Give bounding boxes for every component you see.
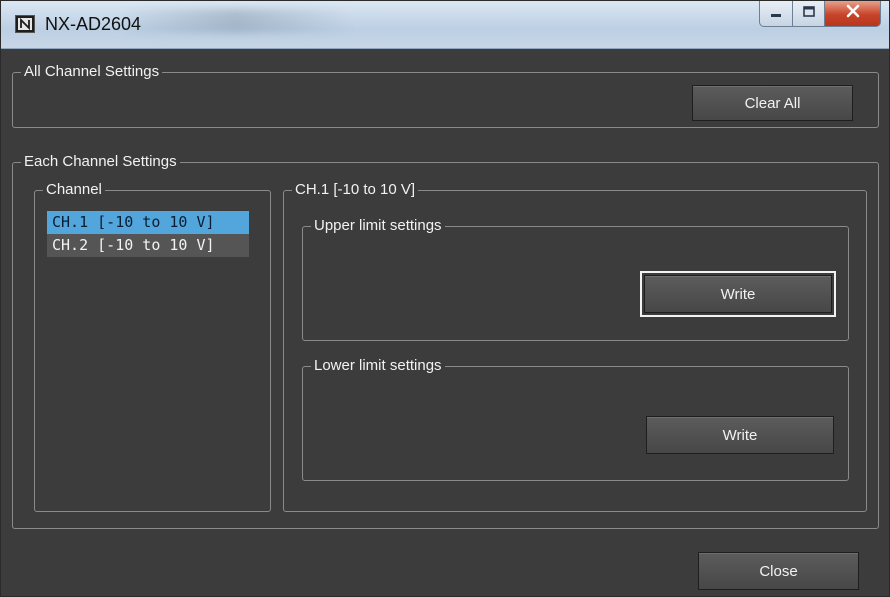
dialog-window: NX-AD2604 All Channel Settings Clear All… [0,0,890,597]
window-title: NX-AD2604 [45,14,142,34]
close-icon [845,4,861,23]
all-channel-settings-legend: All Channel Settings [21,62,163,82]
title-bar[interactable]: NX-AD2604 [1,1,889,49]
window-controls [759,1,881,29]
lower-write-button[interactable]: Write [646,416,834,454]
all-channel-settings-group: All Channel Settings Clear All [12,62,879,128]
app-icon [15,15,35,33]
channel-detail-group: CH.1 [-10 to 10 V] Upper limit settings … [283,180,867,512]
clear-all-button[interactable]: Clear All [692,85,853,121]
channel-list-item-ch1[interactable]: CH.1 [-10 to 10 V] [47,211,249,234]
close-button[interactable]: Close [698,552,859,590]
upper-limit-group: Upper limit settings Write [302,216,849,341]
minimize-icon [769,5,783,23]
minimize-button[interactable] [759,1,793,27]
lower-limit-group: Lower limit settings Write [302,356,849,481]
maximize-icon [802,5,816,23]
channel-legend: Channel [43,180,105,200]
channel-list-item-ch2[interactable]: CH.2 [-10 to 10 V] [47,234,249,257]
channel-group: Channel CH.1 [-10 to 10 V] CH.2 [-10 to … [34,180,271,512]
each-channel-settings-group: Each Channel Settings Channel CH.1 [-10 … [12,152,879,529]
lower-limit-legend: Lower limit settings [311,356,445,376]
close-window-button[interactable] [825,1,881,27]
dialog-body: All Channel Settings Clear All Each Chan… [9,50,883,590]
maximize-button[interactable] [793,1,825,27]
each-channel-settings-legend: Each Channel Settings [21,152,180,172]
channel-list[interactable]: CH.1 [-10 to 10 V] CH.2 [-10 to 10 V] [47,211,249,257]
upper-write-button[interactable]: Write [640,271,836,317]
channel-detail-legend: CH.1 [-10 to 10 V] [292,180,419,200]
upper-limit-legend: Upper limit settings [311,216,445,236]
